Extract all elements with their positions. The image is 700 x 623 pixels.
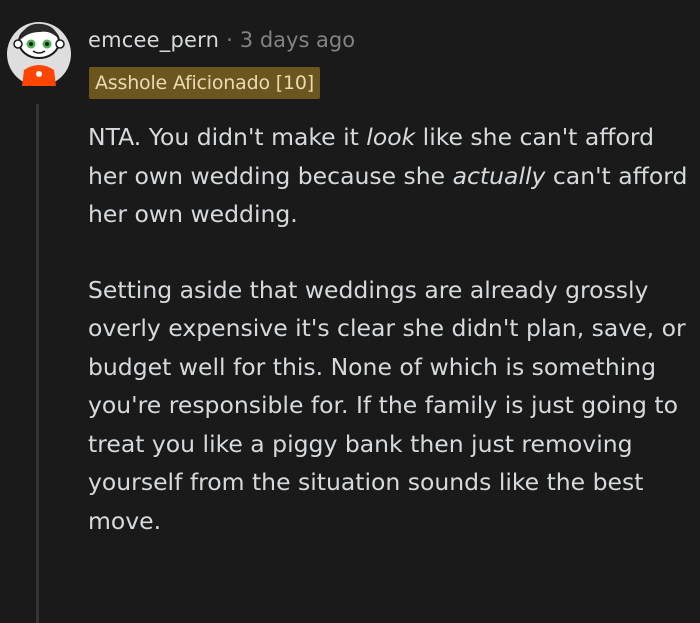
user-avatar[interactable] bbox=[6, 10, 72, 88]
comment-header: emcee_pern · 3 days ago bbox=[88, 28, 355, 52]
snoo-avatar-icon bbox=[7, 10, 71, 86]
user-flair: Asshole Aficionado [10] bbox=[89, 67, 320, 99]
paragraph-1-part-1: NTA. You didn't make it bbox=[88, 123, 367, 151]
username-link[interactable]: emcee_pern bbox=[88, 28, 219, 52]
comment-thread-line[interactable] bbox=[36, 104, 39, 623]
italic-actually: actually bbox=[452, 161, 546, 190]
timestamp[interactable]: 3 days ago bbox=[240, 28, 355, 52]
meta-separator: · bbox=[226, 28, 233, 52]
italic-look: look bbox=[366, 123, 416, 151]
comment-body: NTA. You didn't make it look like she ca… bbox=[88, 118, 688, 540]
comment-paragraph-2: Setting aside that weddings are already … bbox=[88, 275, 686, 535]
comment-paragraph-1: NTA. You didn't make it look like she ca… bbox=[88, 118, 688, 234]
